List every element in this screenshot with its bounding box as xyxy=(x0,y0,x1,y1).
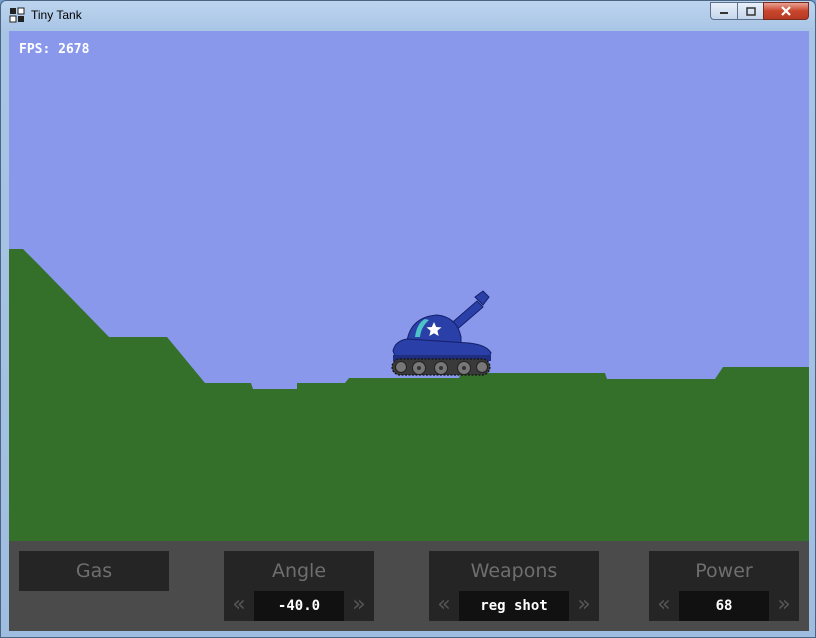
fps-value: 2678 xyxy=(58,42,90,57)
angle-panel: Angle « -40.0 » xyxy=(224,551,374,621)
fps-label: FPS: xyxy=(19,42,51,57)
gas-label: Gas xyxy=(19,551,169,591)
angle-value: -40.0 xyxy=(254,591,344,621)
angle-label: Angle xyxy=(224,551,374,591)
window-title: Tiny Tank xyxy=(31,8,82,22)
gas-panel: Gas xyxy=(19,551,169,621)
app-window: Tiny Tank FPS: 2678 Gas Angle « -40.0 » … xyxy=(0,0,816,638)
minimize-icon xyxy=(720,12,728,14)
weapon-next-button[interactable]: » xyxy=(569,591,599,621)
game-canvas[interactable]: FPS: 2678 Gas Angle « -40.0 » Weapons « … xyxy=(9,31,809,631)
weapons-panel: Weapons « reg shot » xyxy=(429,551,599,621)
game-scene xyxy=(9,31,809,541)
title-bar[interactable]: Tiny Tank xyxy=(1,1,815,30)
tank-treads xyxy=(391,358,491,376)
weapon-prev-button[interactable]: « xyxy=(429,591,459,621)
app-icon xyxy=(9,7,25,23)
power-label: Power xyxy=(649,551,799,591)
angle-increase-button[interactable]: » xyxy=(344,591,374,621)
gas-meter xyxy=(19,598,169,608)
fps-counter: FPS: 2678 xyxy=(19,42,89,57)
angle-decrease-button[interactable]: « xyxy=(224,591,254,621)
weapons-label: Weapons xyxy=(429,551,599,591)
weapon-value: reg shot xyxy=(459,591,569,621)
minimize-button[interactable] xyxy=(710,2,737,20)
power-value: 68 xyxy=(679,591,769,621)
power-increase-button[interactable]: » xyxy=(769,591,799,621)
close-icon xyxy=(781,6,791,16)
power-decrease-button[interactable]: « xyxy=(649,591,679,621)
maximize-button[interactable] xyxy=(737,2,763,20)
maximize-icon xyxy=(745,6,756,16)
control-panel: Gas Angle « -40.0 » Weapons « reg shot »… xyxy=(9,541,809,631)
power-panel: Power « 68 » xyxy=(649,551,799,621)
close-button[interactable] xyxy=(763,2,809,20)
